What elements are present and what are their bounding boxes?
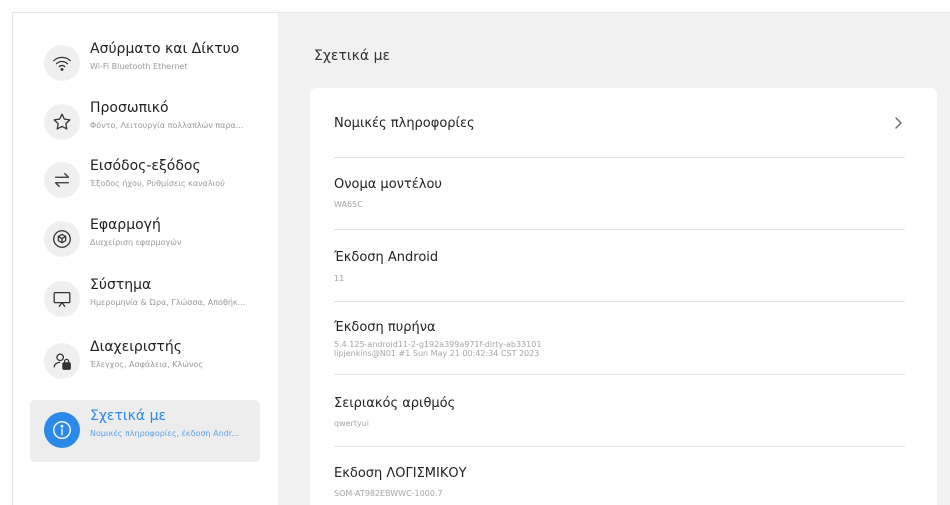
sidebar-item-title: Σύστημα — [90, 277, 152, 293]
sidebar-item-wireless-network[interactable]: Ασύρματο και Δίκτυο Wi-Fi Bluetooth Ethe… — [30, 33, 260, 95]
row-value-secondary: lipjenkins@N01 #1 Sun May 21 00:42:34 CS… — [334, 349, 540, 358]
legal-info-row[interactable]: Νομικές πληροφορίες — [334, 88, 905, 158]
sidebar-item-subtitle: Έξοδος ήχου, Ρυθμίσεις καναλιού — [90, 179, 225, 188]
software-version-row: Εκδοση ΛΟΓΙΣΜΙΚΟΥ SOM-AT982EBWWC-1000.7 — [334, 447, 905, 505]
settings-sidebar: Ασύρματο και Δίκτυο Wi-Fi Bluetooth Ethe… — [13, 13, 278, 505]
row-title: Έκδοση Android — [334, 250, 439, 265]
row-title: Έκδοση πυρήνα — [334, 320, 436, 335]
sidebar-item-input-output[interactable]: Εισόδος-εξόδος Έξοδος ήχου, Ρυθμίσεις κα… — [30, 150, 260, 212]
wifi-icon — [44, 45, 80, 81]
row-title: Εκδοση ΛΟΓΙΣΜΙΚΟΥ — [334, 466, 467, 481]
row-value: qwertyui — [334, 419, 369, 428]
android-version-row: Έκδοση Android 11 — [334, 230, 905, 302]
sidebar-item-administrator[interactable]: Διαχειριστής Έλεγχος, Ασφάλεια, Κλώνος — [30, 331, 260, 393]
info-icon — [44, 412, 80, 448]
sidebar-item-subtitle: Διαχείριση εφαρμογών — [90, 238, 182, 247]
sidebar-item-title: Προσωπικό — [90, 100, 169, 116]
row-title: Νομικές πληροφορίες — [334, 116, 475, 131]
star-icon — [44, 104, 80, 140]
cube-icon — [44, 221, 80, 257]
settings-content: Σχετικά με Νομικές πληροφορίες Ονομα μον… — [278, 13, 950, 505]
about-card: Νομικές πληροφορίες Ονομα μοντέλου WA65C… — [310, 88, 937, 505]
sidebar-item-application[interactable]: Εφαρμογή Διαχείριση εφαρμογών — [30, 209, 260, 271]
row-title: Σειριακός αριθμός — [334, 396, 456, 411]
sidebar-item-title: Διαχειριστής — [90, 339, 182, 355]
sidebar-item-title: Ασύρματο και Δίκτυο — [90, 41, 240, 57]
row-value: 11 — [334, 274, 345, 283]
sidebar-item-about[interactable]: Σχετικά με Νομικές πληροφορίες, έκδοση A… — [30, 400, 260, 462]
sidebar-item-title: Εισόδος-εξόδος — [90, 158, 201, 174]
model-name-row: Ονομα μοντέλου WA65C — [334, 158, 905, 230]
serial-number-row: Σειριακός αριθμός qwertyui — [334, 375, 905, 447]
row-title: Ονομα μοντέλου — [334, 177, 442, 192]
chevron-right-icon — [895, 117, 902, 129]
sidebar-item-subtitle: Ημερομηνία & Ώρα, Γλώσσα, Αποθήκ... — [90, 298, 246, 307]
page-title: Σχετικά με — [314, 48, 391, 64]
sidebar-item-subtitle: Έλεγχος, Ασφάλεια, Κλώνος — [90, 360, 204, 369]
monitor-icon — [44, 281, 80, 317]
sidebar-item-title: Εφαρμογή — [90, 217, 161, 233]
swap-arrows-icon — [44, 162, 80, 198]
sidebar-item-title: Σχετικά με — [90, 408, 167, 424]
sidebar-item-subtitle: Νομικές πληροφορίες, έκδοση Andr... — [90, 429, 239, 438]
sidebar-item-subtitle: Wi-Fi Bluetooth Ethernet — [90, 62, 188, 71]
row-value: SOM-AT982EBWWC-1000.7 — [334, 489, 443, 498]
user-lock-icon — [44, 343, 80, 379]
sidebar-item-personal[interactable]: Προσωπικό Φόντο, Λειτουργία πολλαπλών πα… — [30, 92, 260, 154]
kernel-version-row: Έκδοση πυρήνα 5.4.125-android11-2-g192a3… — [334, 302, 905, 375]
sidebar-item-system[interactable]: Σύστημα Ημερομηνία & Ώρα, Γλώσσα, Αποθήκ… — [30, 269, 260, 331]
sidebar-item-subtitle: Φόντο, Λειτουργία πολλαπλών παρα... — [90, 121, 244, 130]
row-value: WA65C — [334, 200, 363, 209]
